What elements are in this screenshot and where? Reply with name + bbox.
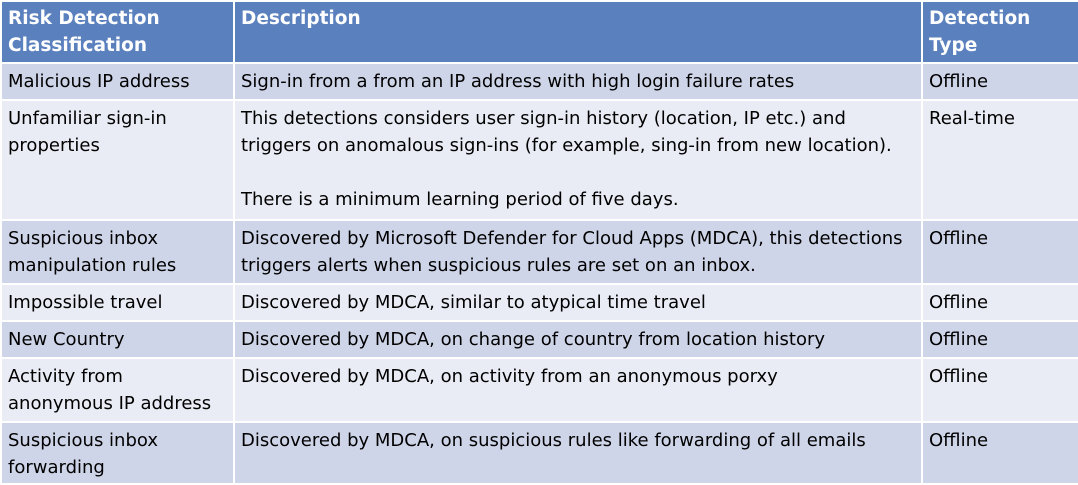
cell-classification: Impossible travel — [0, 283, 235, 322]
cell-description: Discovered by MDCA, similar to atypical … — [233, 283, 923, 322]
cell-detection-type: Offline — [921, 62, 1078, 101]
cell-description: Discovered by MDCA, on suspicious rules … — [233, 421, 923, 485]
table-row: Impossible travel Discovered by MDCA, si… — [0, 283, 1078, 322]
cell-description: Sign-in from a from an IP address with h… — [233, 62, 923, 101]
cell-classification: Suspicious inbox manipulation rules — [0, 219, 235, 285]
cell-detection-type: Offline — [921, 320, 1078, 359]
cell-detection-type: Offline — [921, 219, 1078, 285]
table-row: Unfamiliar sign-in properties This detec… — [0, 99, 1078, 221]
table-row: New Country Discovered by MDCA, on chang… — [0, 320, 1078, 359]
cell-detection-type: Offline — [921, 421, 1078, 485]
table-row: Malicious IP address Sign-in from a from… — [0, 62, 1078, 101]
description-paragraph: There is a minimum learning period of fi… — [241, 189, 679, 210]
cell-detection-type: Offline — [921, 357, 1078, 423]
cell-classification: New Country — [0, 320, 235, 359]
description-paragraph: This detections considers user sign-in h… — [241, 108, 892, 156]
cell-description: This detections considers user sign-in h… — [233, 99, 923, 221]
cell-detection-type: Real-time — [921, 99, 1078, 221]
cell-classification: Activity from anonymous IP address — [0, 357, 235, 423]
table-row: Suspicious inbox manipulation rules Disc… — [0, 219, 1078, 285]
risk-detection-table: Risk Detection Classification Descriptio… — [0, 0, 1078, 485]
table-header-row: Risk Detection Classification Descriptio… — [0, 0, 1078, 64]
cell-description: Discovered by MDCA, on change of country… — [233, 320, 923, 359]
cell-classification: Suspicious inbox forwarding — [0, 421, 235, 485]
cell-description: Discovered by Microsoft Defender for Clo… — [233, 219, 923, 285]
header-description: Description — [233, 0, 923, 64]
header-detection-type: Detection Type — [921, 0, 1078, 64]
cell-classification: Malicious IP address — [0, 62, 235, 101]
cell-description: Discovered by MDCA, on activity from an … — [233, 357, 923, 423]
cell-classification: Unfamiliar sign-in properties — [0, 99, 235, 221]
table-row: Suspicious inbox forwarding Discovered b… — [0, 421, 1078, 485]
header-classification: Risk Detection Classification — [0, 0, 235, 64]
cell-detection-type: Offline — [921, 283, 1078, 322]
table-row: Activity from anonymous IP address Disco… — [0, 357, 1078, 423]
